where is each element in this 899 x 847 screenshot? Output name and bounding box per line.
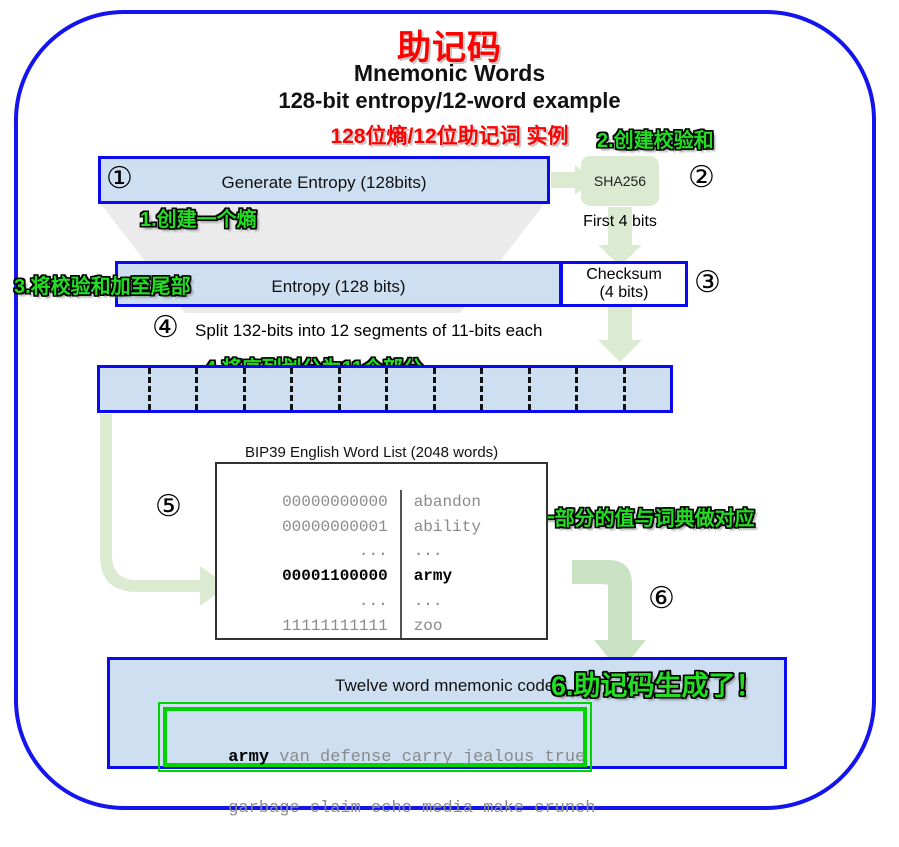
generate-entropy-box: Generate Entropy (128bits) (98, 156, 550, 204)
page-title-english: Mnemonic Words (353, 60, 546, 86)
wordlist-title: BIP39 English Word List (2048 words) (245, 444, 499, 461)
wordlist-bits: 00000000001 (282, 514, 402, 540)
wordlist-row: ...... (282, 539, 481, 565)
annotation-step-1: 1.创建一个熵 (140, 209, 257, 231)
annotation-step-3: 3.将校验和加至尾部 (14, 276, 191, 298)
bip39-wordlist-table: 00000000000 abandon 00000000001 ability....… (282, 490, 481, 639)
annotation-step-6: 6.助记码生成了！ (551, 671, 763, 701)
wordlist-word: ... (413, 542, 443, 561)
segment-divider (385, 368, 388, 410)
segment-divider (432, 368, 436, 410)
step-number-2: ② (688, 161, 715, 194)
wordlist-word: zoo (413, 616, 443, 635)
wordlist-bits: 00000000000 (282, 490, 402, 515)
segment-divider (337, 368, 341, 410)
mnemonic-rest-line1: van defense carry jealous true (269, 747, 586, 767)
split-bits-label: Split 132-bits into 12 segments of 11-bi… (195, 321, 543, 340)
wordlist-row: ...... (282, 588, 481, 614)
mnemonic-first-word: army (228, 747, 270, 767)
wordlist-word: army (413, 567, 453, 586)
sha256-label: SHA256 (593, 173, 647, 189)
wordlist-bits: 00001100000 (282, 564, 402, 589)
step-number-3: ③ (694, 266, 721, 299)
segmented-bits-bar (97, 365, 673, 413)
segment-divider (575, 368, 578, 410)
wordlist-row: 00001100000 army (282, 564, 481, 589)
step-number-1: ① (106, 162, 133, 195)
mnemonic-line2: garbage claim echo media make crunch (228, 798, 596, 818)
checksum-label-line2: (4 bits) (599, 284, 649, 301)
wordlist-row: 00000000001 ability (282, 514, 481, 540)
checksum-box: Checksum (4 bits) (560, 261, 688, 307)
bip39-wordlist-box: 00000000000 abandon 00000000001 ability....… (215, 462, 548, 640)
wordlist-word: ... (413, 591, 443, 610)
wordlist-row: 11111111111 zoo (282, 613, 481, 639)
sha256-box: SHA256 (581, 156, 659, 206)
page-subtitle-chinese: 128位熵/12位助记词 实例 (330, 125, 569, 148)
mnemonic-words-highlight: army van defense carry jealous true garb… (158, 702, 595, 818)
segment-divider (622, 368, 626, 410)
wordlist-bits: ... (282, 588, 402, 614)
segment-divider (527, 368, 531, 410)
segment-divider (195, 368, 198, 410)
wordlist-word: ability (413, 517, 481, 536)
step-number-6: ⑥ (648, 582, 675, 615)
step-number-4: ④ (152, 311, 179, 344)
first-4-bits-label: First 4 bits (583, 213, 657, 230)
diagram-canvas: 助记码 Mnemonic Words 128-bit entropy/12-wo… (0, 0, 899, 822)
mnemonic-words-text: army van defense carry jealous true garb… (167, 719, 595, 847)
wordlist-row: 00000000000 abandon (282, 490, 481, 515)
segment-divider (480, 368, 483, 410)
segment-divider (242, 368, 246, 410)
wordlist-word: abandon (413, 493, 481, 511)
page-subtitle-english: 128-bit entropy/12-word example (278, 88, 621, 113)
wordlist-bits: 11111111111 (282, 613, 402, 639)
segment-divider (147, 368, 151, 410)
segment-divider (290, 368, 293, 410)
step-number-5: ⑤ (155, 490, 182, 523)
wordlist-bits: ... (282, 539, 402, 565)
annotation-step-2: 2.创建校验和 (597, 130, 714, 152)
checksum-label-line1: Checksum (586, 265, 662, 283)
generate-entropy-label: Generate Entropy (128bits) (221, 173, 427, 192)
